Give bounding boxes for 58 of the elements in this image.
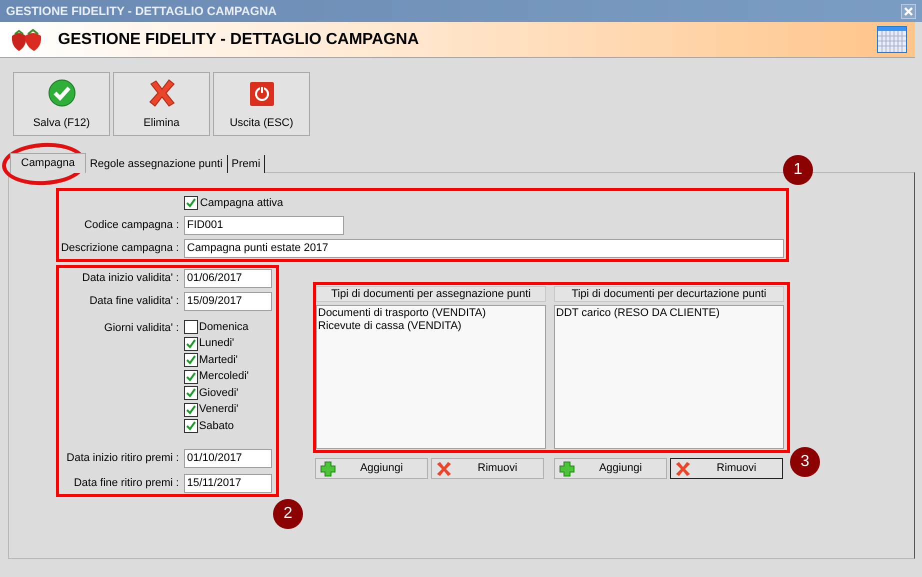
callout-number: 1 xyxy=(783,155,813,185)
checkbox-label: Lunedi' xyxy=(199,336,234,352)
cross-icon xyxy=(436,460,452,476)
code-field[interactable]: FID001 xyxy=(184,216,344,234)
date-field[interactable]: 15/09/2017 xyxy=(184,292,272,311)
field-label: Descrizione campagna : xyxy=(60,240,180,256)
plus-icon xyxy=(559,460,575,476)
list-header: Tipi di documenti per assegnazione punti xyxy=(316,286,546,302)
close-button[interactable] xyxy=(901,4,916,18)
plus-icon xyxy=(320,460,336,476)
tab[interactable]: Campagna xyxy=(10,153,86,173)
tab[interactable]: Regole assegnazione punti xyxy=(86,155,228,173)
checkmark-icon xyxy=(48,78,76,106)
tab[interactable]: Premi xyxy=(228,155,266,173)
checkbox[interactable] xyxy=(184,336,198,350)
window-title: GESTIONE FIDELITY - DETTAGLIO CAMPAGNA xyxy=(6,3,277,20)
list-item[interactable]: Ricevute di cassa (VENDITA) xyxy=(318,320,545,333)
checkbox[interactable] xyxy=(184,320,198,334)
list-item[interactable]: DDT carico (RESO DA CLIENTE) xyxy=(556,307,783,320)
checkbox-label: Martedi' xyxy=(199,352,238,368)
checkbox[interactable] xyxy=(184,419,198,433)
checkbox-label: Domenica xyxy=(199,320,249,335)
checkbox-label: Campagna attiva xyxy=(200,196,284,211)
toolbar-button[interactable]: Salva (F12) xyxy=(13,72,110,136)
field-label: Codice campagna : xyxy=(83,218,180,233)
list-button[interactable]: Aggiungi xyxy=(315,458,428,479)
calendar-icon xyxy=(877,26,907,53)
date-field[interactable]: 01/06/2017 xyxy=(184,269,272,288)
list-item[interactable]: Documenti di trasporto (VENDITA) xyxy=(318,307,545,320)
checkbox-label: Mercoledi' xyxy=(199,369,249,384)
checkbox[interactable] xyxy=(184,370,198,384)
date-field[interactable]: 15/11/2017 xyxy=(184,474,272,493)
power-icon xyxy=(248,80,274,106)
days-label: Giorni validita' : xyxy=(103,321,180,336)
description-field[interactable]: Campagna punti estate 2017 xyxy=(184,238,784,258)
callout-number: 2 xyxy=(273,499,303,529)
list-button[interactable]: Rimuovi xyxy=(670,458,783,479)
field-label: Data inizio ritiro premi : xyxy=(66,451,180,466)
checkbox[interactable] xyxy=(184,196,198,210)
checkbox[interactable] xyxy=(184,353,198,367)
callout-number: 3 xyxy=(790,447,820,477)
list-button[interactable]: Rimuovi xyxy=(431,458,544,479)
checkbox-label: Giovedi' xyxy=(199,386,238,401)
toolbar-button[interactable]: Elimina xyxy=(113,72,210,136)
field-label: Data inizio validita' : xyxy=(81,271,180,286)
field-label: Data fine validita' : xyxy=(88,294,180,310)
checkbox-label: Sabato xyxy=(199,418,234,434)
checkbox[interactable] xyxy=(184,386,198,400)
date-field[interactable]: 01/10/2017 xyxy=(184,449,272,468)
header-title: GESTIONE FIDELITY - DETTAGLIO CAMPAGNA xyxy=(58,30,420,50)
list-header: Tipi di documenti per decurtazione punti xyxy=(554,286,784,302)
cross-icon xyxy=(148,78,176,106)
checkbox-label: Venerdi' xyxy=(199,402,238,418)
toolbar-button[interactable]: Uscita (ESC) xyxy=(213,72,310,136)
list-button[interactable]: Aggiungi xyxy=(554,458,667,479)
cross-icon xyxy=(675,460,691,476)
field-label: Data fine ritiro premi : xyxy=(72,476,180,492)
checkbox[interactable] xyxy=(184,402,198,416)
